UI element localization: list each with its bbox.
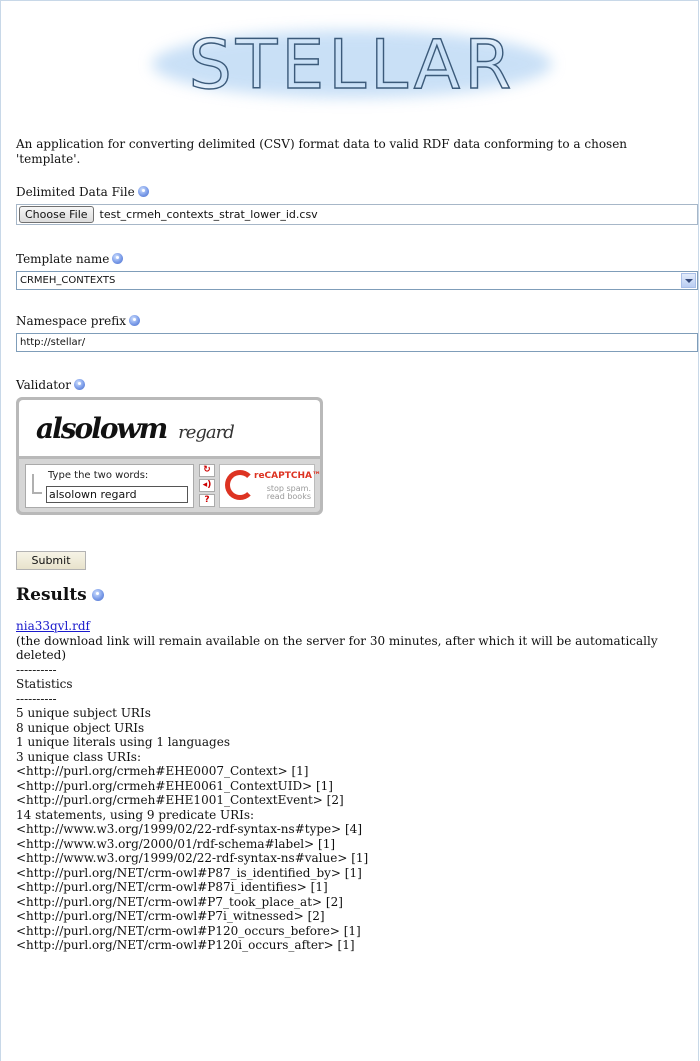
statistics-heading: Statistics	[16, 677, 73, 691]
list-item: <http://purl.org/NET/crm-owl#P120i_occur…	[16, 938, 355, 952]
list-item: <http://www.w3.org/2000/01/rdf-schema#la…	[16, 836, 336, 851]
results-output: nia33qvl.rdf (the download link will rem…	[16, 619, 686, 953]
file-input[interactable]: Choose File test_crmeh_contexts_strat_lo…	[16, 204, 698, 225]
list-item: <http://purl.org/crmeh#EHE1001_ContextEv…	[16, 793, 344, 807]
list-item: <http://purl.org/NET/crm-owl#P87i_identi…	[16, 880, 328, 894]
list-item: <http://purl.org/NET/crm-owl#P7i_witness…	[16, 909, 325, 923]
template-selected-value: CRMEH_CONTEXTS	[20, 275, 116, 286]
selected-file-name: test_crmeh_contexts_strat_lower_id.csv	[99, 208, 318, 221]
help-icon[interactable]	[112, 253, 124, 264]
recaptcha-widget: alsolowm regard Type the two words: also…	[16, 397, 323, 515]
help-icon[interactable]	[91, 589, 104, 601]
help-icon[interactable]	[74, 379, 86, 390]
submit-button[interactable]: Submit	[16, 551, 86, 570]
choose-file-button[interactable]: Choose File	[19, 206, 94, 223]
captcha-word-1: alsolowm	[36, 412, 168, 445]
separator: ----------	[16, 691, 57, 706]
validator-field-label: Validator	[16, 378, 686, 392]
results-heading: Results	[16, 585, 686, 605]
template-select[interactable]: CRMEH_CONTEXTS	[16, 271, 698, 290]
main-content: An application for converting delimited …	[16, 137, 698, 953]
file-field-label: Delimited Data File	[16, 185, 686, 199]
app-description: An application for converting delimited …	[16, 137, 628, 166]
list-item: <http://purl.org/NET/crm-owl#P120_occurs…	[16, 923, 361, 938]
audio-icon[interactable]: ◂)	[199, 479, 215, 492]
list-item: <http://purl.org/crmeh#EHE0061_ContextUI…	[16, 778, 333, 793]
namespace-field-label: Namespace prefix	[16, 314, 686, 328]
statistics-list: 5 unique subject URIs 8 unique object UR…	[16, 706, 686, 953]
list-item: <http://www.w3.org/1999/02/22-rdf-syntax…	[16, 851, 369, 865]
separator: ----------	[16, 662, 57, 677]
refresh-icon[interactable]: ↻	[199, 464, 215, 477]
list-item: 8 unique object URIs	[16, 720, 145, 735]
download-link[interactable]: nia33qvl.rdf	[16, 619, 90, 633]
arrow-icon	[32, 474, 42, 494]
captcha-prompt: Type the two words:	[48, 470, 149, 481]
stellar-logo: STELLAR	[152, 25, 552, 106]
help-circle-icon[interactable]: ?	[199, 494, 215, 507]
list-item: 5 unique subject URIs	[16, 706, 151, 720]
help-icon[interactable]	[137, 186, 149, 197]
captcha-response-input[interactable]: alsolown regard	[46, 486, 188, 503]
list-item: <http://www.w3.org/1999/02/22-rdf-syntax…	[16, 822, 363, 836]
recaptcha-logo: reCAPTCHA™ stop spam. read books	[219, 464, 321, 508]
template-field-label: Template name	[16, 252, 686, 266]
list-item: <http://purl.org/NET/crm-owl#P87_is_iden…	[16, 865, 362, 880]
list-item: 1 unique literals using 1 languages	[16, 735, 230, 749]
chevron-down-icon[interactable]	[681, 273, 696, 288]
captcha-word-2: regard	[178, 422, 235, 443]
svg-text:STELLAR: STELLAR	[189, 26, 516, 105]
download-note: (the download link will remain available…	[16, 633, 658, 663]
list-item: 3 unique class URIs:	[16, 749, 142, 764]
list-item: <http://purl.org/crmeh#EHE0007_Context> …	[16, 764, 309, 778]
list-item: 14 statements, using 9 predicate URIs:	[16, 807, 255, 822]
namespace-prefix-input[interactable]: http://stellar/	[16, 333, 698, 352]
list-item: <http://purl.org/NET/crm-owl#P7_took_pla…	[16, 894, 343, 909]
captcha-image: alsolowm regard	[19, 400, 320, 456]
help-icon[interactable]	[129, 315, 141, 326]
